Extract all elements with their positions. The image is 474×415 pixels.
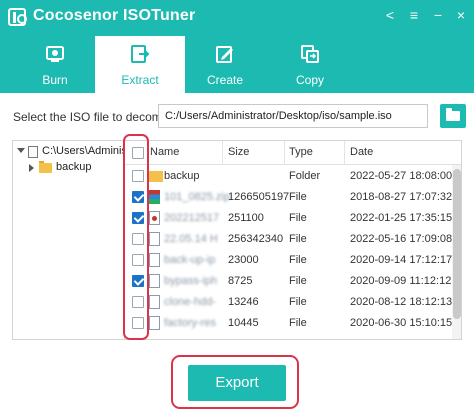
tab-copy[interactable]: Copy	[265, 36, 355, 93]
folder-icon	[149, 171, 163, 182]
column-divider	[284, 141, 285, 165]
browse-folder-button[interactable]	[440, 104, 466, 128]
file-size: 251100	[228, 212, 264, 224]
file-date: 2022-05-27 18:08:00	[350, 170, 453, 182]
file-type: File	[289, 275, 307, 287]
collapse-arrow-icon[interactable]	[29, 164, 34, 172]
menu-icon[interactable]: ≡	[403, 4, 425, 26]
tree-item-label: C:\Users\Administrator	[42, 145, 126, 157]
folder-icon	[39, 161, 52, 173]
file-icon	[149, 295, 160, 309]
file-type: File	[289, 254, 307, 266]
app-logo-icon	[8, 8, 27, 26]
table-row[interactable]: bypass-iph 8725 File 2020-09-09 11:12:12	[125, 271, 455, 292]
file-name: bypass-iph	[164, 275, 218, 287]
app-header: Cocosenor ISOTuner < ≡ − × Burn Extract …	[0, 0, 474, 93]
file-type: Folder	[289, 170, 321, 182]
folder-open-icon	[446, 108, 460, 121]
file-name: 101_0825.zip	[164, 191, 231, 203]
column-date[interactable]: Date	[350, 146, 373, 158]
file-type: File	[289, 233, 307, 245]
file-date: 2018-08-27 17:07:32	[350, 191, 453, 203]
table-header: Name Size Type Date	[125, 141, 461, 165]
file-name: factory-res	[164, 317, 216, 329]
zip-file-icon	[149, 190, 160, 204]
file-size: 256342340	[228, 233, 284, 245]
file-icon	[149, 274, 160, 288]
export-button[interactable]: Export	[188, 365, 286, 401]
file-date: 2022-01-25 17:35:15	[350, 212, 453, 224]
file-date: 2020-09-14 17:12:17	[350, 254, 453, 266]
file-table[interactable]: Name Size Type Date backup Folder 2022-05-…	[124, 140, 462, 340]
column-size[interactable]: Size	[228, 146, 249, 158]
tab-extract-label: Extract	[121, 73, 159, 87]
table-row[interactable]: backup Folder 2022-05-27 18:08:00	[125, 166, 455, 187]
app-title: Cocosenor ISOTuner	[33, 7, 196, 24]
column-type[interactable]: Type	[289, 146, 313, 158]
file-name: back-up-ip	[164, 254, 216, 266]
file-name: backup	[164, 170, 200, 182]
file-date: 2020-09-09 11:12:12	[350, 275, 452, 287]
file-date: 2020-06-30 15:10:15	[350, 317, 453, 329]
file-type: File	[289, 317, 307, 329]
tab-create[interactable]: Create	[180, 36, 270, 93]
file-icon	[149, 253, 160, 267]
file-icon	[149, 232, 160, 246]
file-name: clone-hdd-	[164, 296, 216, 308]
iso-path-input[interactable]: C:/Users/Administrator/Desktop/iso/sampl…	[158, 104, 428, 128]
extract-icon	[131, 45, 150, 63]
column-divider	[222, 141, 223, 165]
file-size: 8725	[228, 275, 253, 287]
file-date: 2022-05-16 17:09:08	[350, 233, 453, 245]
tab-create-label: Create	[206, 73, 244, 87]
file-icon	[149, 316, 160, 330]
tab-burn[interactable]: Burn	[10, 36, 100, 93]
table-row[interactable]: back-up-ip 23000 File 2020-09-14 17:12:17	[125, 250, 455, 271]
file-size: 23000	[228, 254, 259, 266]
file-name: 22.05.14 H	[164, 233, 218, 245]
burn-icon	[46, 46, 64, 62]
tab-extract[interactable]: Extract	[95, 36, 185, 93]
expand-arrow-icon[interactable]	[17, 148, 25, 153]
table-row[interactable]: factory-res 10445 File 2020-06-30 15:10:15	[125, 313, 455, 334]
title-bar: Cocosenor ISOTuner < ≡ − ×	[0, 0, 474, 34]
minimize-icon[interactable]: −	[427, 4, 449, 26]
create-icon	[216, 46, 233, 63]
table-row[interactable]: 202212517 251100 File 2022-01-25 17:35:15	[125, 208, 455, 229]
table-row[interactable]: clone-hdd- 13246 File 2020-08-12 18:12:13	[125, 292, 455, 313]
file-date: 2020-08-12 18:12:13	[350, 296, 453, 308]
file-type: File	[289, 212, 307, 224]
file-type: File	[289, 296, 307, 308]
drive-icon	[28, 146, 38, 158]
close-icon[interactable]: ×	[450, 4, 472, 26]
scrollbar-thumb[interactable]	[453, 169, 461, 319]
folder-tree[interactable]: C:\Users\Administrator backup	[12, 140, 126, 340]
file-type: File	[289, 191, 307, 203]
file-size: 13246	[228, 296, 259, 308]
checkbox-column-highlight	[123, 134, 149, 340]
copy-icon	[301, 45, 319, 63]
file-name: 202212517	[164, 212, 220, 224]
file-size: 10445	[228, 317, 259, 329]
column-name[interactable]: Name	[150, 146, 179, 158]
table-row[interactable]: 22.05.14 H 256342340 File 2022-05-16 17:09:…	[125, 229, 455, 250]
table-row[interactable]: 101_0825.zip 1266505197 File 2018-08-27 17:…	[125, 187, 455, 208]
image-file-icon	[149, 211, 160, 225]
tab-copy-label: Copy	[295, 73, 324, 87]
tab-burn-label: Burn	[42, 73, 68, 87]
column-divider	[344, 141, 345, 165]
share-icon[interactable]: <	[379, 4, 401, 26]
file-size: 1266505197	[228, 191, 290, 203]
tree-item-label: backup	[56, 161, 92, 173]
